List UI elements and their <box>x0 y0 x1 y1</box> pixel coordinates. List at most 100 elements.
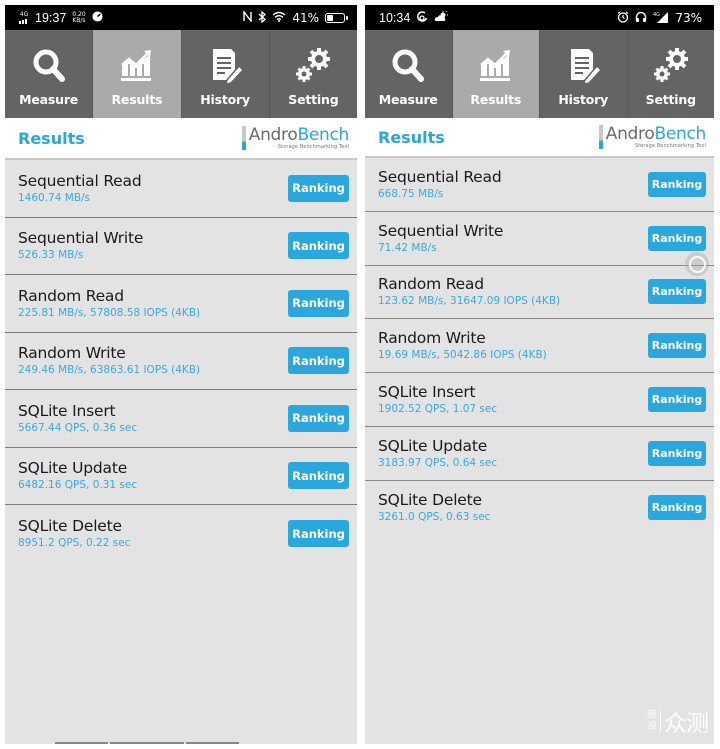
speedometer-icon <box>92 11 103 24</box>
battery-percent: 73% <box>675 10 702 25</box>
ranking-button[interactable]: Ranking <box>288 232 349 260</box>
result-row-sqlite-delete: SQLite Delete 8951.2 QPS, 0.22 sec Rankin… <box>5 505 357 563</box>
tab-setting[interactable]: Setting <box>628 30 715 118</box>
wifi-icon <box>272 11 286 24</box>
network-speed: 0.20 KB/s <box>72 10 86 24</box>
ranking-button[interactable]: Ranking <box>648 225 706 251</box>
gears-icon <box>296 48 331 82</box>
search-icon <box>33 49 65 82</box>
result-value: 1902.52 QPS, 1.07 sec <box>378 403 498 416</box>
result-row-random-write: Random Write 249.46 MB/s, 63863.61 IOPS (… <box>5 333 357 390</box>
ranking-button[interactable]: Ranking <box>288 520 349 548</box>
navigation-gesture-bar[interactable] <box>55 742 239 744</box>
headphones-icon <box>635 11 647 25</box>
phone-screenshot-right: 10:34 4G 73% Measure Results History Set… <box>365 5 714 744</box>
battery-percent: 41% <box>292 10 319 25</box>
tab-measure[interactable]: Measure <box>5 30 94 118</box>
swirl-icon <box>416 10 428 25</box>
result-title: Random Read <box>378 275 484 294</box>
status-bar: 4G 19:37 0.20 KB/s 41% <box>5 5 357 30</box>
result-title: Sequential Write <box>378 221 504 240</box>
result-value: 123.62 MB/s, 31647.09 IOPS (4KB) <box>378 295 561 308</box>
ranking-button[interactable]: Ranking <box>648 440 706 466</box>
result-value: 8951.2 QPS, 0.22 sec <box>18 537 131 550</box>
tab-bar: Measure Results History Setting <box>365 30 714 118</box>
signal-icon: 4G <box>653 11 669 25</box>
androbench-logo: AndroBench Storage Benchmarking Tool <box>598 124 706 149</box>
tab-setting[interactable]: Setting <box>270 30 357 118</box>
svg-text:4G: 4G <box>653 12 660 18</box>
phone-screenshot-left: 4G 19:37 0.20 KB/s 41% Measure Results H… <box>5 5 357 744</box>
result-value: 19.69 MB/s, 5042.86 IOPS (4KB) <box>378 349 547 362</box>
ranking-button[interactable]: Ranking <box>288 174 349 202</box>
tab-results[interactable]: Results <box>93 30 182 118</box>
tab-history[interactable]: History <box>540 30 628 118</box>
result-title: SQLite Update <box>18 459 128 478</box>
logo-text-andro: Andro <box>605 124 655 144</box>
bluetooth-icon <box>258 10 267 25</box>
result-value: 668.75 MB/s <box>378 187 444 200</box>
tab-label: Results <box>470 92 522 107</box>
result-value: 3183.97 QPS, 0.64 sec <box>378 456 498 469</box>
result-row-random-read: Random Read 123.62 MB/s, 31647.09 IOPS (4… <box>365 266 714 320</box>
results-list: Sequential Read 668.75 MB/s Ranking Seque… <box>365 158 714 535</box>
search-icon <box>392 49 425 82</box>
watermark-text: 众测 <box>664 711 709 737</box>
status-bar: 10:34 4G 73% <box>365 5 714 30</box>
tab-label: Setting <box>288 92 339 107</box>
ranking-button[interactable]: Ranking <box>288 462 349 490</box>
result-title: Sequential Read <box>18 171 142 190</box>
tab-label: History <box>200 92 250 107</box>
result-title: SQLite Insert <box>378 383 476 402</box>
result-title: Sequential Write <box>18 229 144 248</box>
ranking-button[interactable]: Ranking <box>288 404 349 432</box>
result-row-sqlite-update: SQLite Update 3183.97 QPS, 0.64 sec Ranki… <box>365 427 714 481</box>
watermark-char: 浪 <box>647 721 657 732</box>
tab-results[interactable]: Results <box>452 30 540 118</box>
ranking-button[interactable]: Ranking <box>648 171 706 197</box>
result-title: SQLite Update <box>378 436 488 455</box>
result-row-sequential-write: Sequential Write 71.42 MB/s Ranking <box>365 212 714 266</box>
result-title: SQLite Delete <box>18 517 122 536</box>
result-value: 71.42 MB/s <box>378 241 437 254</box>
result-row-random-write: Random Write 19.69 MB/s, 5042.86 IOPS (4K… <box>365 319 714 374</box>
gears-icon <box>653 48 688 82</box>
result-row-sqlite-insert: SQLite Insert 1902.52 QPS, 1.07 sec Ranki… <box>365 373 714 427</box>
ranking-button[interactable]: Ranking <box>288 347 349 375</box>
tab-history[interactable]: History <box>182 30 270 118</box>
tab-label: Measure <box>378 92 438 107</box>
logo-bar <box>598 125 603 149</box>
result-value: 249.46 MB/s, 63863.61 IOPS (4KB) <box>18 364 201 377</box>
logo-bar <box>241 126 246 150</box>
ranking-button[interactable]: Ranking <box>648 495 706 521</box>
sina-zhongce-watermark: 新浪 众测 <box>647 704 709 738</box>
androbench-logo: AndroBench Storage Benchmarking Tool <box>241 125 349 150</box>
chart-icon <box>120 50 151 81</box>
result-row-sqlite-delete: SQLite Delete 3261.0 QPS, 0.63 sec Rankin… <box>365 481 714 535</box>
result-value: 225.81 MB/s, 57808.58 IOPS (4KB) <box>18 306 201 319</box>
result-row-sequential-read: Sequential Read 668.75 MB/s Ranking <box>365 158 714 212</box>
result-row-sqlite-update: SQLite Update 6482.16 QPS, 0.31 sec Ranki… <box>5 448 357 505</box>
watermark-char: 新 <box>647 710 657 721</box>
tab-label: Results <box>111 92 163 107</box>
tab-measure[interactable]: Measure <box>365 30 453 118</box>
ranking-button[interactable]: Ranking <box>648 279 706 305</box>
tab-label: Setting <box>645 92 696 107</box>
ranking-button[interactable]: Ranking <box>648 333 706 359</box>
ranking-button[interactable]: Ranking <box>288 289 349 317</box>
results-header: Results AndroBench Storage Benchmarking … <box>365 118 714 158</box>
result-value: 6482.16 QPS, 0.31 sec <box>18 479 138 492</box>
result-value: 3261.0 QPS, 0.63 sec <box>378 511 491 524</box>
assistive-touch-button[interactable] <box>685 252 709 276</box>
result-row-random-read: Random Read 225.81 MB/s, 57808.58 IOPS (4… <box>5 275 357 333</box>
result-title: SQLite Insert <box>18 401 116 420</box>
chart-icon <box>479 50 510 81</box>
result-row-sequential-write: Sequential Write 526.33 MB/s Ranking <box>5 218 357 275</box>
tab-bar: Measure Results History Setting <box>5 30 357 118</box>
result-value: 5667.44 QPS, 0.36 sec <box>18 421 138 434</box>
logo-tagline: Storage Benchmarking Tool <box>634 143 706 149</box>
logo-text-andro: Andro <box>248 125 298 145</box>
ranking-button[interactable]: Ranking <box>648 387 706 413</box>
result-title: Random Write <box>18 344 126 363</box>
tab-label: Measure <box>19 92 79 107</box>
